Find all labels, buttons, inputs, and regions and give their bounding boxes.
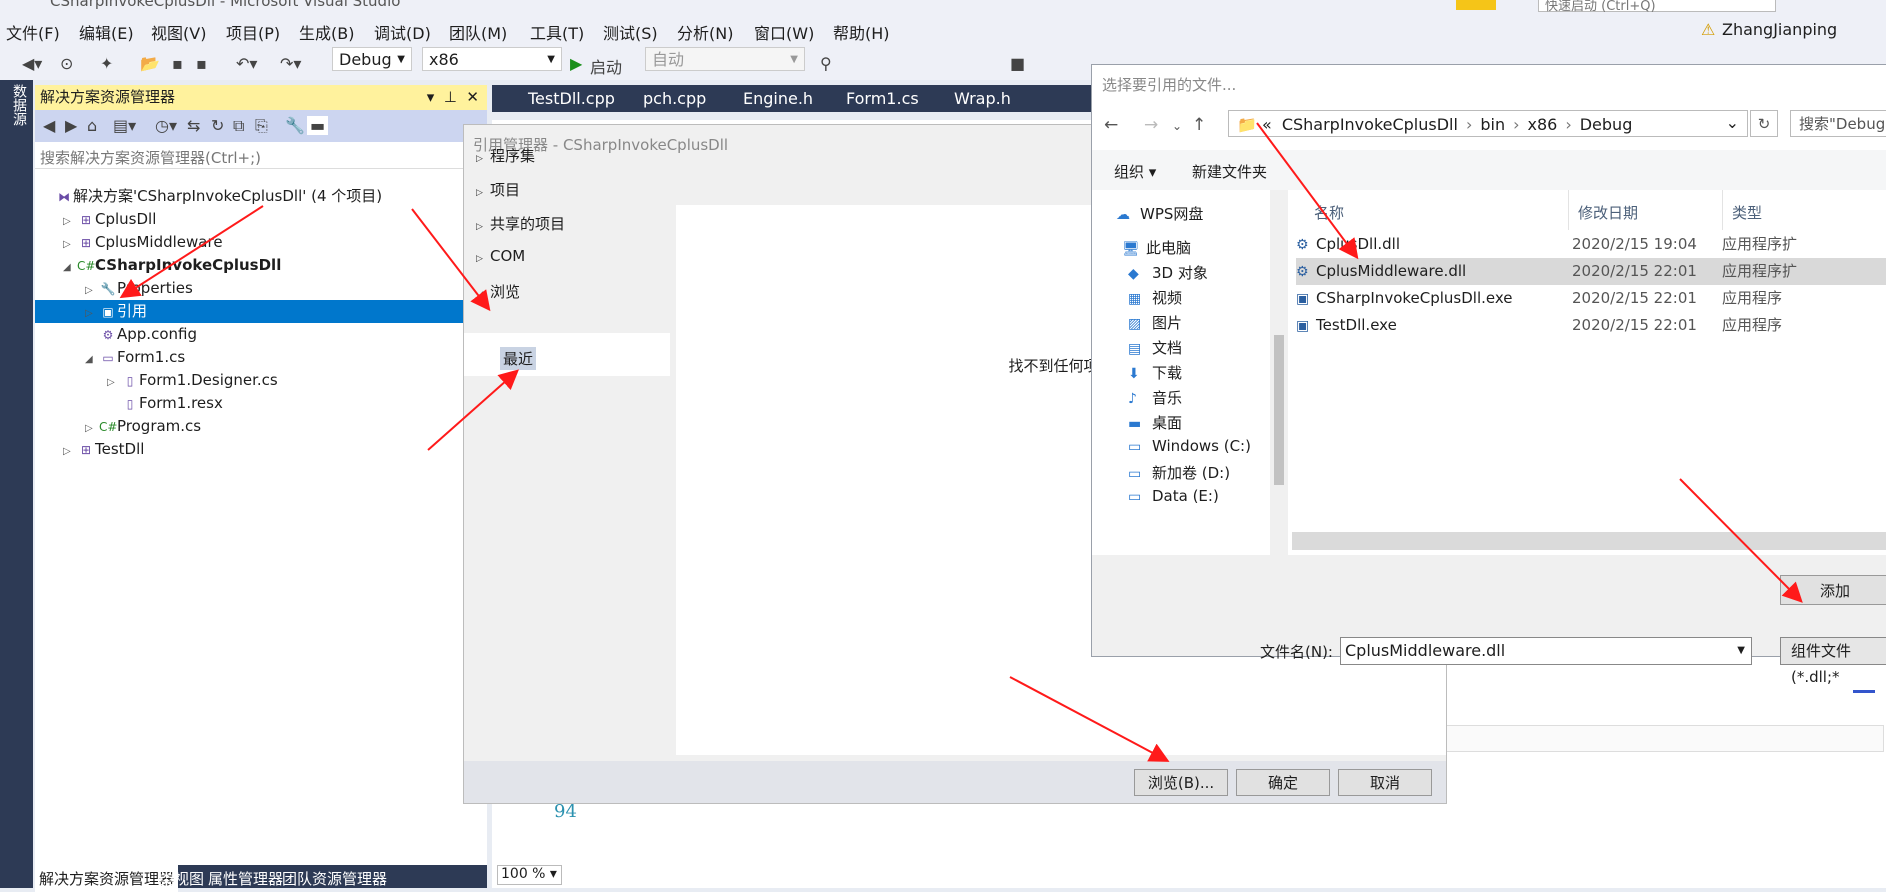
arrow-to-dll-file bbox=[1256, 122, 1359, 260]
arrow-to-browse-button bbox=[1009, 676, 1170, 762]
arrow-to-recent bbox=[427, 369, 519, 451]
arrow-to-references bbox=[119, 205, 264, 299]
arrow-to-browse-nav bbox=[411, 208, 491, 312]
annotation-arrows bbox=[119, 122, 1803, 762]
arrow-to-add-button bbox=[1679, 478, 1803, 603]
